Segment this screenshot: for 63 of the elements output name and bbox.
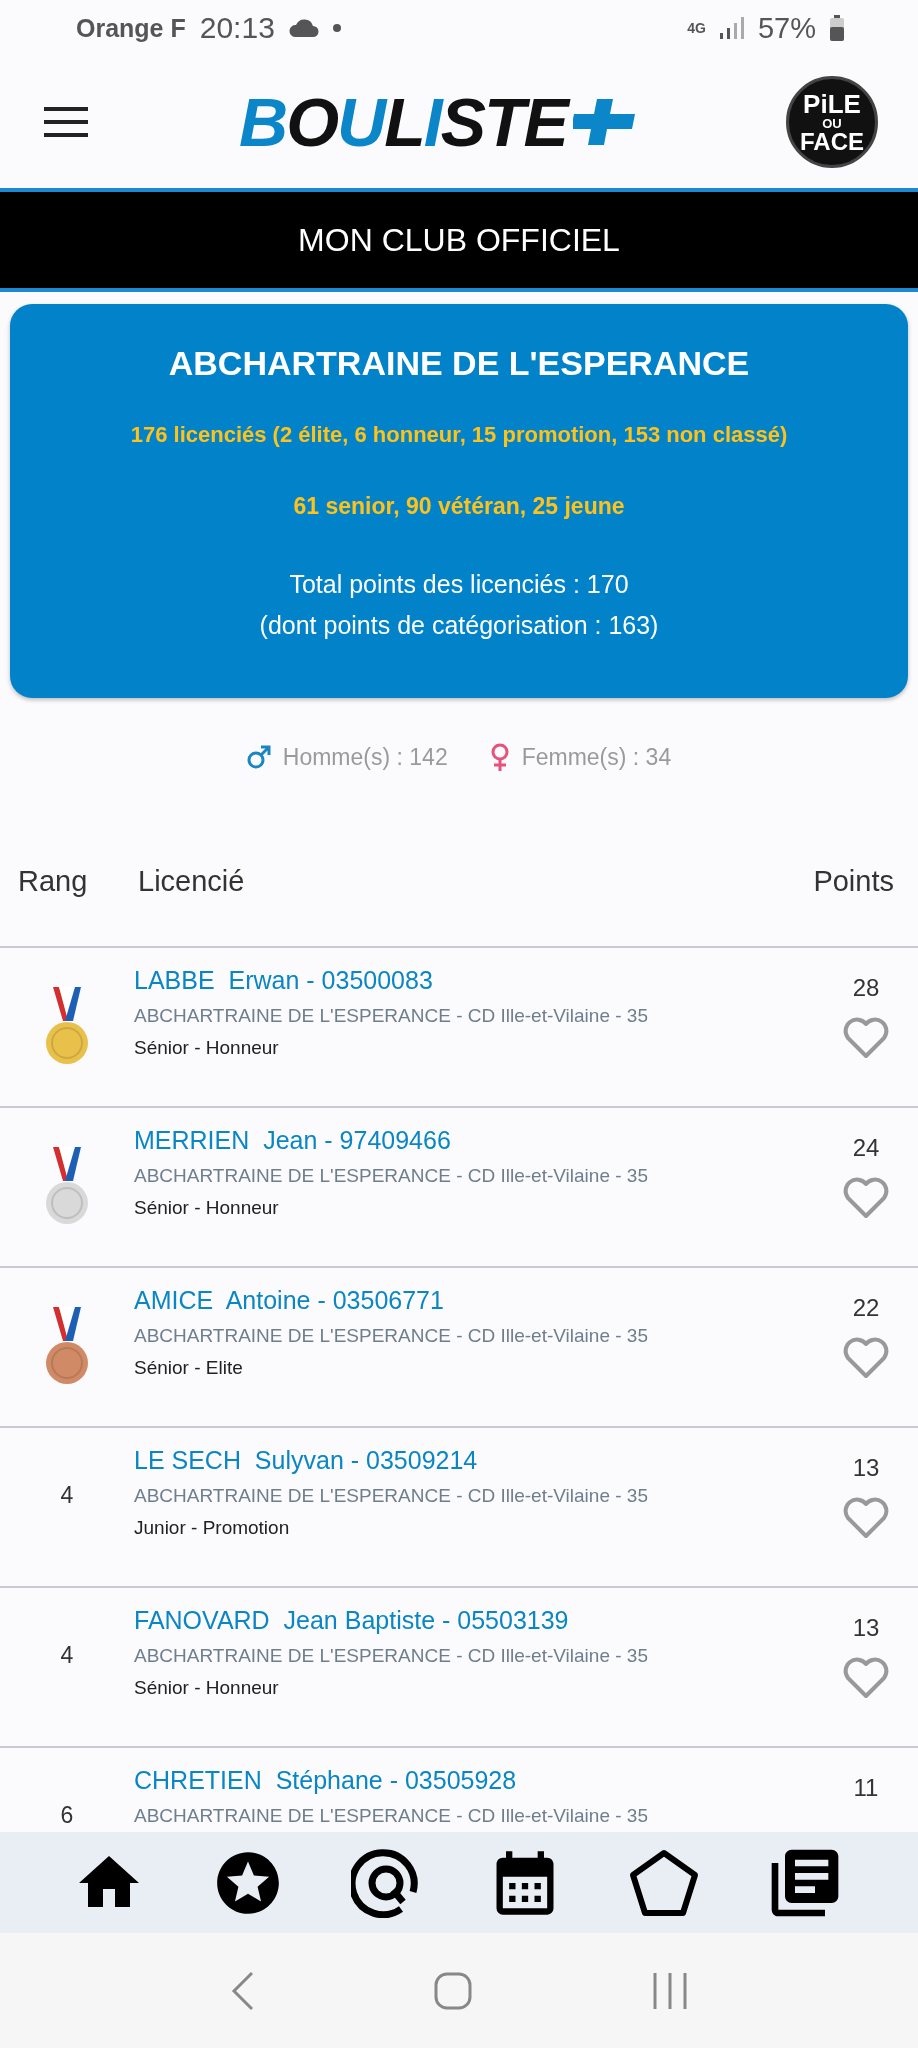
points-value: 28 (852, 974, 880, 1002)
cloud-icon (288, 19, 319, 37)
column-header: Licencié (138, 864, 245, 898)
club-name: ABCHARTRAINE DE L'ESPERANCE (168, 343, 750, 384)
club-line: ABCHARTRAINE DE L'ESPERANCE - CD Ille-et-Vilaine - 35 (134, 1005, 649, 1027)
column-header: Points (813, 864, 894, 898)
app-logo: BOULISTE (239, 83, 635, 161)
signal-icon (719, 17, 744, 39)
points-value: 11 (853, 1774, 879, 1802)
rank-number: 4 (60, 1642, 74, 1669)
rank-number: 6 (60, 1802, 74, 1829)
age-summary: 61 senior, 90 vétéran, 25 jeune (293, 492, 625, 522)
licence-summary: 176 licenciés (2 élite, 6 honneur, 15 promotion, 153 non classé) (130, 420, 788, 449)
player-name[interactable]: AMICE Antoine - 03506771 (134, 1286, 814, 1315)
player-name[interactable]: CHRETIEN Stéphane - 03505928 (134, 1766, 814, 1795)
player-category: Sénior - Elite (134, 1357, 244, 1379)
player-category: Sénior - Honneur (134, 1677, 280, 1699)
heart-icon[interactable] (842, 1336, 890, 1380)
clock-time: 20:13 (199, 11, 275, 45)
heart-icon[interactable] (842, 1496, 890, 1540)
medal-icon (45, 1307, 89, 1387)
points-value: 24 (852, 1134, 880, 1162)
battery-icon (830, 15, 844, 41)
player-name[interactable]: LE SECH Sulyvan - 03509214 (134, 1446, 814, 1475)
home-button-icon[interactable] (434, 1971, 472, 2010)
medal-icon (45, 1147, 89, 1227)
categorisation-points: (dont points de catégorisation : 163) (259, 609, 659, 641)
menu-icon[interactable] (44, 107, 88, 137)
points-value: 13 (852, 1454, 880, 1482)
player-category: Junior - Promotion (134, 1517, 291, 1539)
player-category: Sénior - Honneur (134, 1197, 280, 1219)
points-value: 22 (852, 1294, 880, 1322)
club-line: ABCHARTRAINE DE L'ESPERANCE - CD Ille-et-Vilaine - 35 (134, 1645, 649, 1667)
club-line: ABCHARTRAINE DE L'ESPERANCE - CD Ille-et-Vilaine - 35 (134, 1485, 649, 1507)
target-icon[interactable] (351, 1847, 421, 1918)
club-line: ABCHARTRAINE DE L'ESPERANCE - CD Ille-et-Vilaine - 35 (134, 1805, 649, 1827)
player-name[interactable]: MERRIEN Jean - 97409466 (134, 1126, 814, 1155)
pentagon-icon[interactable] (629, 1848, 699, 1917)
dot-icon (332, 24, 341, 32)
total-points: Total points des licenciés : 170 (289, 568, 629, 600)
player-category: Sénior - Honneur (134, 1037, 280, 1059)
player-name[interactable]: FANOVARD Jean Baptiste - 05503139 (134, 1606, 814, 1635)
page-title: MON CLUB OFFICIEL (298, 221, 620, 259)
medal-icon (45, 987, 89, 1067)
male-icon (246, 745, 271, 769)
network-type: 4G (687, 20, 706, 36)
back-icon[interactable] (230, 1970, 254, 2011)
club-line: ABCHARTRAINE DE L'ESPERANCE - CD Ille-et-Vilaine - 35 (134, 1165, 649, 1187)
men-count: Homme(s) : 142 (282, 743, 448, 771)
column-header: Rang (18, 864, 88, 898)
rank-number: 4 (60, 1482, 74, 1509)
heart-icon[interactable] (842, 1176, 890, 1220)
points-value: 13 (852, 1614, 880, 1642)
heart-icon[interactable] (842, 1016, 890, 1060)
partner-logo[interactable]: PiLE OU FACE (786, 76, 878, 168)
player-name[interactable]: LABBE Erwan - 03500083 (134, 966, 814, 995)
heart-icon[interactable] (842, 1656, 890, 1700)
female-icon (489, 743, 510, 771)
women-count: Femme(s) : 34 (521, 743, 672, 771)
carrier-name: Orange F (76, 13, 186, 43)
recents-icon[interactable] (652, 1972, 688, 2009)
battery-percent: 57% (757, 11, 816, 45)
club-line: ABCHARTRAINE DE L'ESPERANCE - CD Ille-et-Vilaine - 35 (134, 1325, 649, 1347)
